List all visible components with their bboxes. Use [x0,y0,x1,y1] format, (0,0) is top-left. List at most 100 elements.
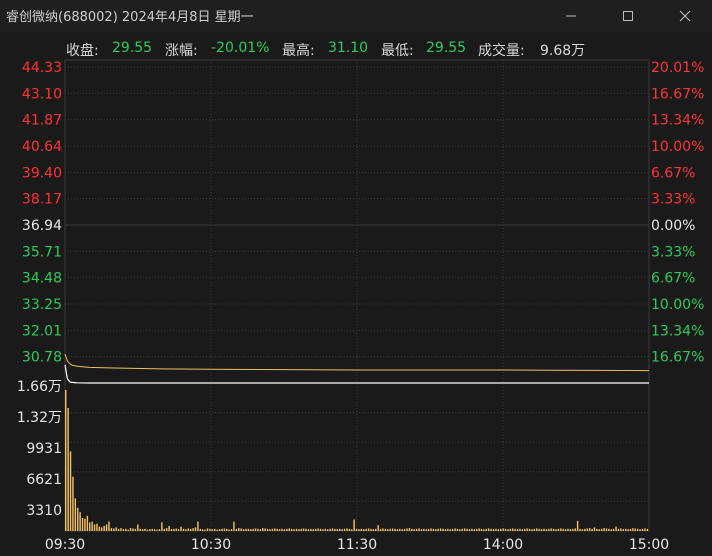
volume-bar [545,529,548,531]
volume-bar [77,507,79,531]
volume-bar [632,528,634,531]
volume-bar [413,529,415,531]
price-tick-label: 33.25 [22,297,62,313]
volume-bar [81,517,84,531]
volume-bar [471,528,473,531]
volume-bar [144,528,146,531]
volume-bar [346,528,348,531]
volume-bar [358,529,360,531]
volume-bar [615,526,617,531]
volume-bar [531,529,533,531]
volume-bar [425,529,427,531]
volume-bar [473,529,475,531]
volume-bar [117,528,120,531]
volume-bar [331,528,334,531]
volume-bar [567,528,569,531]
volume-bar [254,528,257,531]
volume-bar [173,528,175,531]
volume-bar [226,528,228,531]
volume-bar [163,528,165,531]
volume-bar [360,528,363,531]
volume-bar [98,526,101,531]
volume-bar [538,528,540,531]
volume-bar [338,528,341,531]
volume-bar [555,529,557,531]
price-line [64,364,649,384]
price-tick-label: 44.33 [22,60,62,76]
price-tick-label: 38.17 [22,192,62,208]
time-tick-label: 15:00 [629,537,669,553]
volume-bar [310,528,312,531]
volume-bar [375,528,377,531]
volume-bar [242,529,245,531]
volume-bar [353,519,355,531]
volume-bar [641,528,644,531]
volume-bar [305,528,307,531]
volume-bar [96,523,98,531]
volume-bar [281,528,283,531]
volume-bar [403,528,406,531]
percent-tick-label: 16.67% [651,86,704,102]
price-tick-label: 35.71 [22,244,62,260]
volume-bar [110,528,113,531]
volume-bar [588,528,591,531]
volume-bar [569,529,572,531]
volume-bar [120,528,122,531]
intraday-chart[interactable]: 44.33 43.10 41.87 40.64 39.40 38.17 36.94 35.71… [0,0,712,556]
volume-bar [341,529,343,531]
time-tick-label: 09:30 [45,537,85,553]
volume-bar [122,529,125,531]
volume-bar [574,528,576,531]
volume-bar [591,528,593,531]
volume-tick-label: 1.32万 [17,410,62,426]
volume-bar [283,529,286,531]
volume-bar [262,528,264,531]
volume-bar [540,529,543,531]
volume-bar [165,528,168,531]
volume-bar [418,528,420,531]
volume-bar [528,528,531,531]
volume-bar [391,528,394,531]
volume-bar [365,528,367,531]
volume-bar [593,527,596,531]
volume-bar [233,521,235,531]
volume-bar [557,528,560,531]
volume-bar [113,528,115,531]
volume-bar [192,528,194,531]
volume-bar [519,528,521,531]
volume-bar [454,528,456,531]
volume-bar [408,528,411,531]
volume-bar [466,528,468,531]
volume-bar [399,528,401,531]
percent-tick-label: 16.67% [651,350,704,366]
volume-bar [552,528,555,531]
volume-bar [636,528,639,531]
volume-bar [584,528,586,531]
percent-tick-label: 20.01% [651,60,704,76]
volume-bar [149,529,151,531]
volume-bar [504,528,507,531]
volume-bar [502,528,504,531]
volume-bar [194,527,197,531]
volume-bar [550,528,552,531]
volume-bar [314,528,317,531]
volume-bar [240,528,242,531]
volume-bar [264,528,266,531]
volume-bar [343,528,346,531]
volume-bar [516,529,519,531]
volume-bar [490,528,492,531]
volume-bar [247,528,250,531]
volume-bar [216,529,218,531]
volume-bar [415,528,418,531]
volume-bar [238,528,240,531]
volume-bar [509,528,512,531]
volume-bar [524,528,526,531]
volume-bar [276,528,278,531]
percent-tick-label: 13.34% [651,323,704,339]
time-tick-label: 14:00 [483,537,523,553]
volume-bar [274,528,276,531]
percent-tick-label: 6.67% [651,271,695,287]
volume-bar [644,528,646,531]
volume-bar [629,528,632,531]
volume-bar [564,529,567,531]
